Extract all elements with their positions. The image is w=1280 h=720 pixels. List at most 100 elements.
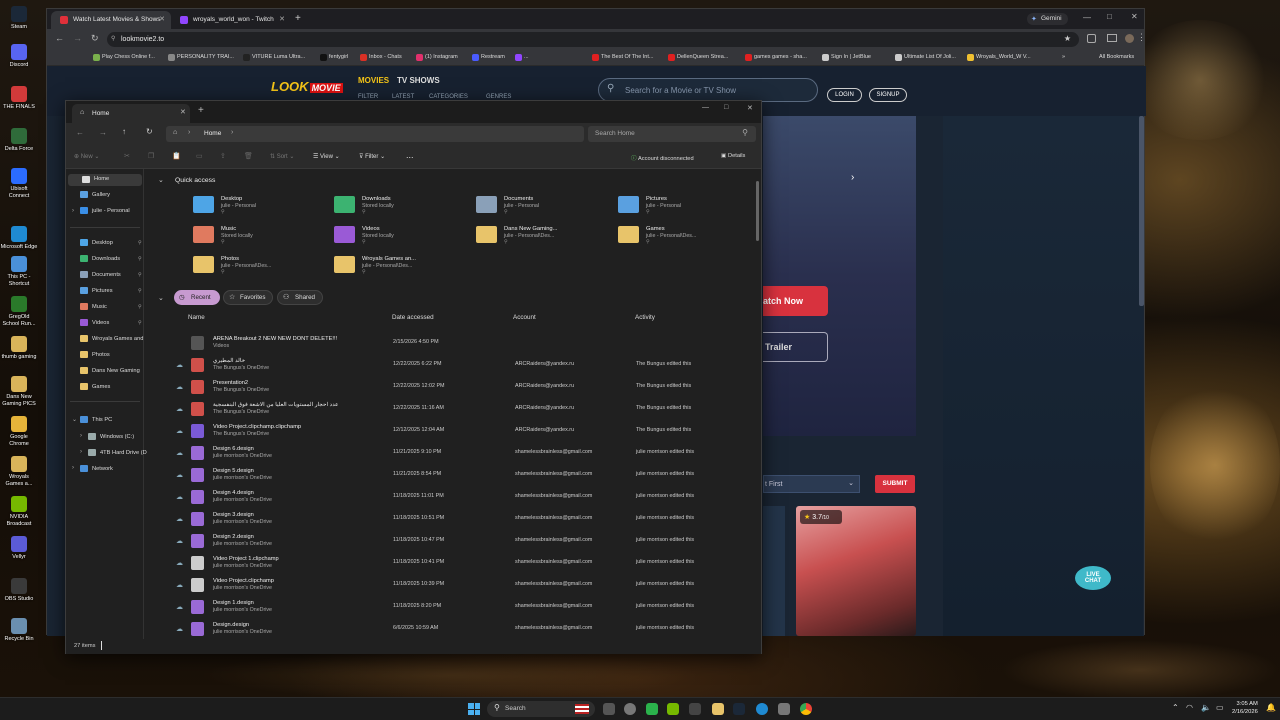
explorer-search-box[interactable]: Search Home ⚲ [588,126,756,142]
carousel-next-icon[interactable]: › [851,172,854,183]
quick-access-item[interactable]: Documents julie - Personal ⚲ [476,194,616,218]
bookmark-item[interactable]: Wroyals_World_W V... [967,54,1031,61]
nav-item[interactable]: Games [80,383,110,390]
minimize-icon[interactable]: — [702,104,709,111]
minimize-icon[interactable]: — [1083,13,1091,22]
back-icon[interactable]: ← [76,128,84,137]
filter-recent[interactable]: ◷ Recent [174,290,220,305]
up-icon[interactable]: ↑ [122,127,126,136]
file-row[interactable]: ☁ Design 5.design julie morrison's OneDriv… [156,465,751,487]
close-tab-icon[interactable]: ✕ [159,15,165,23]
desktop-icon[interactable]: Recycle Bin [0,618,38,643]
paste-icon[interactable]: 📋 [172,152,181,160]
forward-icon[interactable]: → [73,33,82,43]
desktop-icon[interactable]: NVIDIA Broadcast [0,496,38,527]
column-date-accessed[interactable]: Date accessed [392,314,434,321]
nav-item[interactable]: Network [80,465,113,472]
maximize-icon[interactable]: □ [724,104,728,111]
desktop-icon[interactable]: Google Chrome [0,416,38,447]
filter-shared[interactable]: ⚇ Shared [277,290,323,305]
bookmark-item[interactable]: Restream [472,54,505,61]
volume-icon[interactable]: 🔈 [1201,703,1211,712]
site-search-box[interactable]: ⚲ Search for a Movie or TV Show [598,78,818,102]
nav-movies[interactable]: MOVIES [358,76,389,85]
submit-button[interactable]: SUBMIT [875,475,915,493]
chrome-icon[interactable] [800,703,812,715]
steam-icon[interactable] [733,703,745,715]
site-info-icon[interactable]: ⚲ [111,35,115,42]
nav-item[interactable]: 4TB Hard Drive (D [88,449,147,456]
new-tab-button[interactable]: + [198,105,204,116]
breadcrumb[interactable]: Home [204,130,221,137]
file-explorer-icon[interactable] [712,703,724,715]
reload-icon[interactable]: ↻ [91,33,99,44]
file-row[interactable]: ☁ عدد احجار المستويات العليا من الاشعة فو… [156,399,751,421]
more-options-button[interactable]: ... [406,150,414,160]
file-row[interactable]: ☁ Video Project.clipchamp julie morrison's… [156,575,751,597]
login-button[interactable]: LOGIN [827,88,862,102]
taskbar-search[interactable]: ⚲ Search [487,701,595,717]
quick-access-item[interactable]: Downloads Stored locally ⚲ [334,194,474,218]
file-row[interactable]: ☁ Design.design julie morrison's OneDrive 6… [156,619,751,641]
close-tab-icon[interactable]: ✕ [279,15,285,23]
filter-button[interactable]: ⊽ Filter ⌄ [359,153,385,160]
expand-chevron-icon[interactable]: › [72,465,74,471]
sort-button[interactable]: ⇅ Sort ⌄ [270,153,294,160]
menu-icon[interactable]: ⋮ [1137,32,1146,43]
tab-lookmovie[interactable]: Watch Latest Movies & Shows ✕ [51,11,171,29]
desktop-icon[interactable]: GregOld School Run... [0,296,38,327]
bookmark-item[interactable]: Inbox - Chats [360,54,402,61]
details-button[interactable]: ▣ Details [721,153,745,159]
file-row[interactable]: ARENA Breakout 2 NEW NEW DONT DELETE!!! V… [156,333,751,355]
bookmark-item[interactable]: Sign In | JetBlue [822,54,871,61]
sort-select[interactable]: t First ⌄ [763,475,860,493]
nav-item[interactable]: julie - Personal [80,207,130,214]
expand-chevron-icon[interactable]: ⌄ [72,416,77,423]
page-scrollbar[interactable] [1139,116,1144,306]
back-icon[interactable]: ← [55,33,64,43]
bookmark-item[interactable]: DellenQueen Strea... [668,54,728,61]
live-chat-button[interactable]: LIVE CHAT [1075,566,1111,590]
file-row[interactable]: ☁ Design 1.design julie morrison's OneDriv… [156,597,751,619]
quick-access-item[interactable]: Desktop julie - Personal ⚲ [193,194,333,218]
file-row[interactable]: ☁ خالد المطيري The Bungus's OneDrive 12/22/… [156,355,751,377]
clock[interactable]: 3:05 AM 2/16/2026 [1232,700,1258,716]
nav-item[interactable]: Downloads [80,255,120,262]
quick-access-item[interactable]: Wroyals Games an... julie - Personal\Des.… [334,254,474,278]
movie-poster-card[interactable]: ★ 3.7/10 [796,506,916,636]
rename-icon[interactable]: ▭ [196,152,203,160]
nav-item[interactable]: Dans New Gaming [80,367,140,374]
media-player-icon[interactable] [646,703,658,715]
signup-button[interactable]: SIGNUP [869,88,907,102]
edge-icon[interactable] [756,703,768,715]
quick-access-item[interactable]: Videos Stored locally ⚲ [334,224,474,248]
delete-icon[interactable]: 🗑 [244,152,253,160]
forward-icon[interactable]: → [99,128,107,137]
nav-item[interactable]: This PC [80,416,112,423]
cut-icon[interactable]: ✂ [124,152,130,160]
filter-favorites[interactable]: ☆ Favorites [223,290,273,305]
desktop-icon[interactable]: Dans New Gaming PICS [0,376,38,407]
file-row[interactable]: ☁ Design 2.design julie morrison's OneDriv… [156,531,751,553]
nav-item[interactable]: Music [80,303,107,310]
view-button[interactable]: ☰ View ⌄ [313,153,340,160]
quick-access-item[interactable]: Music Stored locally ⚲ [193,224,333,248]
collapse-chevron-icon[interactable]: ⌄ [158,294,164,302]
copy-icon[interactable]: ❐ [148,152,154,160]
wifi-icon[interactable]: ◠ [1186,703,1193,712]
scrollbar[interactable] [756,181,759,241]
bookmark-item[interactable]: The Best Of The Int... [592,54,653,61]
bookmark-item[interactable]: fentygirl [320,54,348,61]
desktop-icon[interactable]: Ubisoft Connect [0,168,38,199]
refresh-icon[interactable]: ↻ [146,127,153,136]
bookmark-item[interactable]: (1) Instagram [416,54,458,61]
desktop-icon[interactable]: Delta Force [0,128,38,153]
bookmark-item[interactable]: PERSONALITY TRAI... [168,54,234,61]
notifications-icon[interactable]: 🔔 [1266,703,1276,712]
bookmark-item[interactable]: games games - sha... [745,54,807,61]
address-bar[interactable]: ⚲ lookmovie2.to ★ [107,32,1079,47]
collapse-chevron-icon[interactable]: ⌄ [158,176,164,184]
quick-access-item[interactable]: Photos julie - Personal\Des... ⚲ [193,254,333,278]
cast-icon[interactable] [1107,34,1117,42]
expand-chevron-icon[interactable]: › [72,208,74,214]
